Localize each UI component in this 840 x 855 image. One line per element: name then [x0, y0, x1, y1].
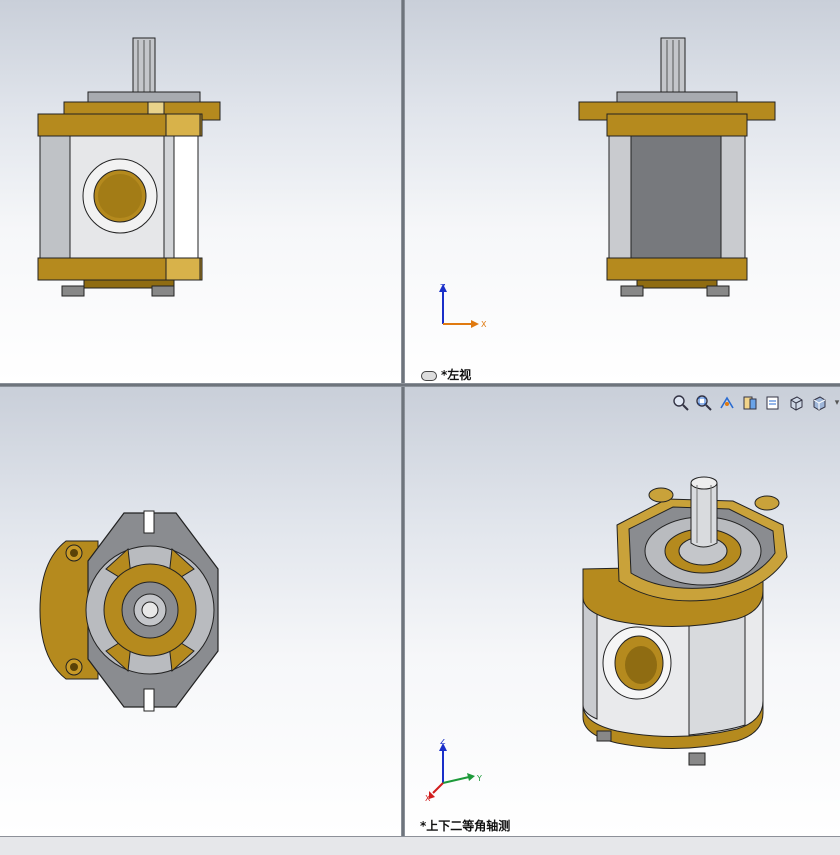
triad-y-label: Y [476, 774, 482, 783]
triad-x-label: X [425, 794, 431, 803]
viewport-isometric[interactable]: ▾ Z Y X *上下二等角轴测 [405, 387, 840, 836]
triad-z-label: Z [440, 739, 446, 746]
pump-left-view[interactable] [577, 36, 777, 298]
dynamic-annotation-view-icon[interactable] [763, 393, 783, 413]
view-orientation-icon[interactable] [786, 393, 806, 413]
pump-isometric-view[interactable] [577, 473, 793, 769]
triad-z-label: Z [440, 283, 446, 292]
zoom-to-fit-icon[interactable] [671, 393, 691, 413]
viewport-front[interactable] [0, 0, 401, 383]
previous-view-icon[interactable] [717, 393, 737, 413]
view-name-label: *左视 [421, 366, 471, 383]
view-name-label: *上下二等角轴测 [420, 817, 510, 834]
view-name-text: *左视 [441, 368, 472, 382]
horizontal-viewport-splitter[interactable] [0, 383, 840, 387]
triad-x-label: X [481, 320, 487, 329]
coordinate-triad: Z Y X [425, 739, 482, 803]
viewport-left[interactable]: Z X *左视 [405, 0, 840, 383]
heads-up-view-toolbar: ▾ [671, 393, 840, 413]
zoom-to-area-icon[interactable] [694, 393, 714, 413]
viewport-top[interactable] [0, 387, 401, 836]
chevron-down-icon[interactable]: ▾ [832, 398, 840, 408]
pump-top-view[interactable] [36, 509, 226, 715]
vertical-viewport-splitter[interactable] [401, 0, 405, 836]
coordinate-triad: Z X [439, 283, 487, 329]
link-view-icon[interactable] [421, 370, 437, 381]
status-bar [0, 836, 840, 855]
display-style-icon[interactable] [809, 393, 829, 413]
view-name-text: *上下二等角轴测 [420, 819, 511, 833]
section-view-icon[interactable] [740, 393, 760, 413]
pump-front-view[interactable] [36, 36, 226, 298]
